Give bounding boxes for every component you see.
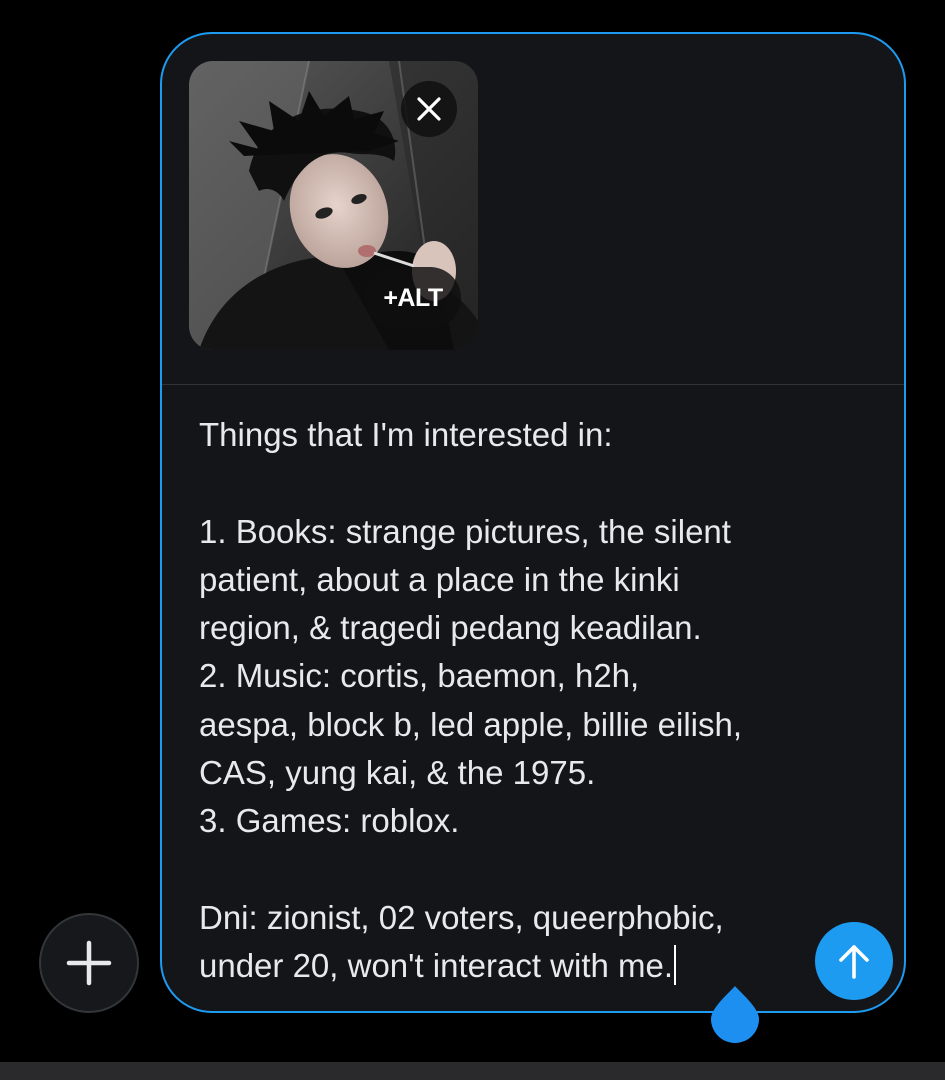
close-icon	[417, 97, 441, 121]
add-alt-text-button[interactable]: +ALT	[365, 267, 461, 329]
text-line: patient, about a place in the kinki	[199, 560, 680, 598]
text-line: under 20, won't interact with me.	[199, 947, 674, 985]
add-attachment-button[interactable]	[39, 913, 139, 1013]
text-line: aespa, block b, led apple, billie eilish…	[199, 705, 743, 743]
message-text-input[interactable]: Things that I'm interested in: 1. Books:…	[199, 411, 819, 991]
attached-photo[interactable]: +ALT	[189, 61, 478, 350]
text-line: 1. Books: strange pictures, the silent	[199, 512, 731, 550]
media-attachment-area: +ALT	[162, 34, 904, 385]
text-line: CAS, yung kai, & the 1975.	[199, 754, 596, 792]
plus-icon	[66, 940, 112, 986]
message-composer[interactable]: +ALT Things that I'm interested in: 1. B…	[160, 32, 906, 1013]
text-caret	[674, 945, 677, 986]
arrow-up-icon	[839, 945, 869, 979]
remove-image-button[interactable]	[401, 81, 457, 137]
dm-compose-screen: +ALT Things that I'm interested in: 1. B…	[0, 0, 945, 1080]
send-button[interactable]	[815, 922, 893, 1000]
text-line: 2. Music: cortis, baemon, h2h,	[199, 657, 640, 695]
system-navigation-bar	[0, 1062, 945, 1080]
text-line: 3. Games: roblox.	[199, 802, 460, 840]
text-line: region, & tragedi pedang keadilan.	[199, 609, 702, 647]
text-selection-handle[interactable]	[710, 984, 760, 1044]
text-line: Things that I'm interested in:	[199, 416, 613, 453]
text-line: Dni: zionist, 02 voters, queerphobic,	[199, 898, 724, 936]
